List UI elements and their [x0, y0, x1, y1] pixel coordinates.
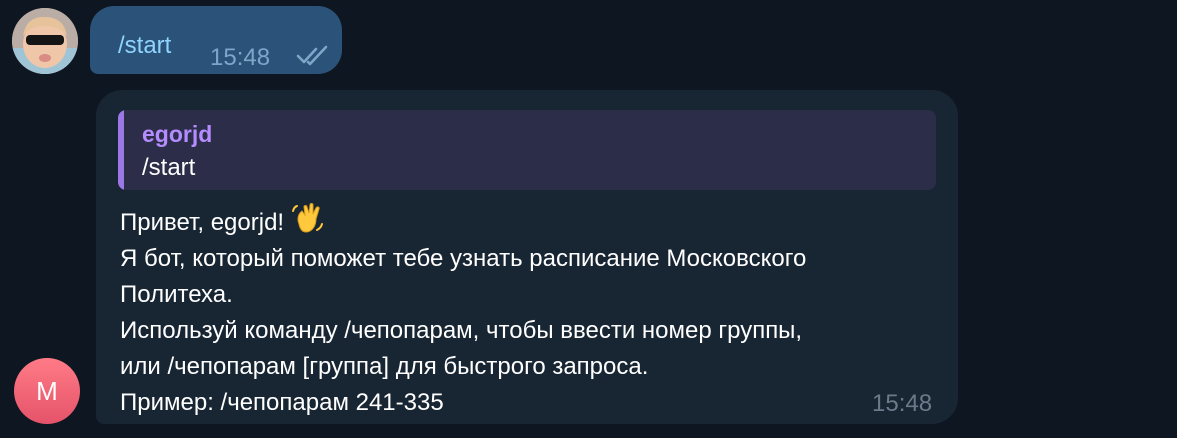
message-line: Политеха.	[120, 281, 233, 308]
message-line: или /чепопарам [группа] для быстрого зап…	[120, 353, 649, 380]
bot-avatar[interactable]: M	[14, 358, 80, 424]
message-line: Я бот, который поможет тебе узнать распи…	[120, 245, 807, 272]
waving-hand-icon	[292, 203, 324, 233]
user-avatar-image	[12, 8, 78, 74]
message-body: Привет, egorjd! Я бот, который поможет т…	[120, 202, 806, 421]
incoming-message-time: 15:48	[872, 390, 933, 417]
outgoing-message-time: 15:48	[210, 44, 271, 71]
user-avatar[interactable]	[12, 8, 78, 74]
incoming-message[interactable]: egorjd /start Привет, egorjd! Я бот, кот…	[96, 90, 958, 424]
outgoing-message[interactable]: /start 15:48	[90, 6, 342, 74]
double-check-icon	[296, 45, 328, 66]
reply-accent-bar	[118, 110, 124, 190]
message-line: Используй команду /чепопарам, чтобы ввес…	[120, 317, 803, 344]
outgoing-message-text: /start	[118, 32, 172, 59]
greeting-text: Привет, egorjd!	[120, 209, 285, 236]
reply-quote[interactable]: egorjd /start	[118, 110, 936, 190]
bot-avatar-letter: M	[36, 375, 58, 406]
reply-text: /start	[142, 154, 196, 181]
message-line: Привет, egorjd!	[120, 202, 806, 241]
reply-author: egorjd	[142, 121, 213, 147]
message-line: Пример: /чепопарам 241-335	[120, 389, 444, 416]
